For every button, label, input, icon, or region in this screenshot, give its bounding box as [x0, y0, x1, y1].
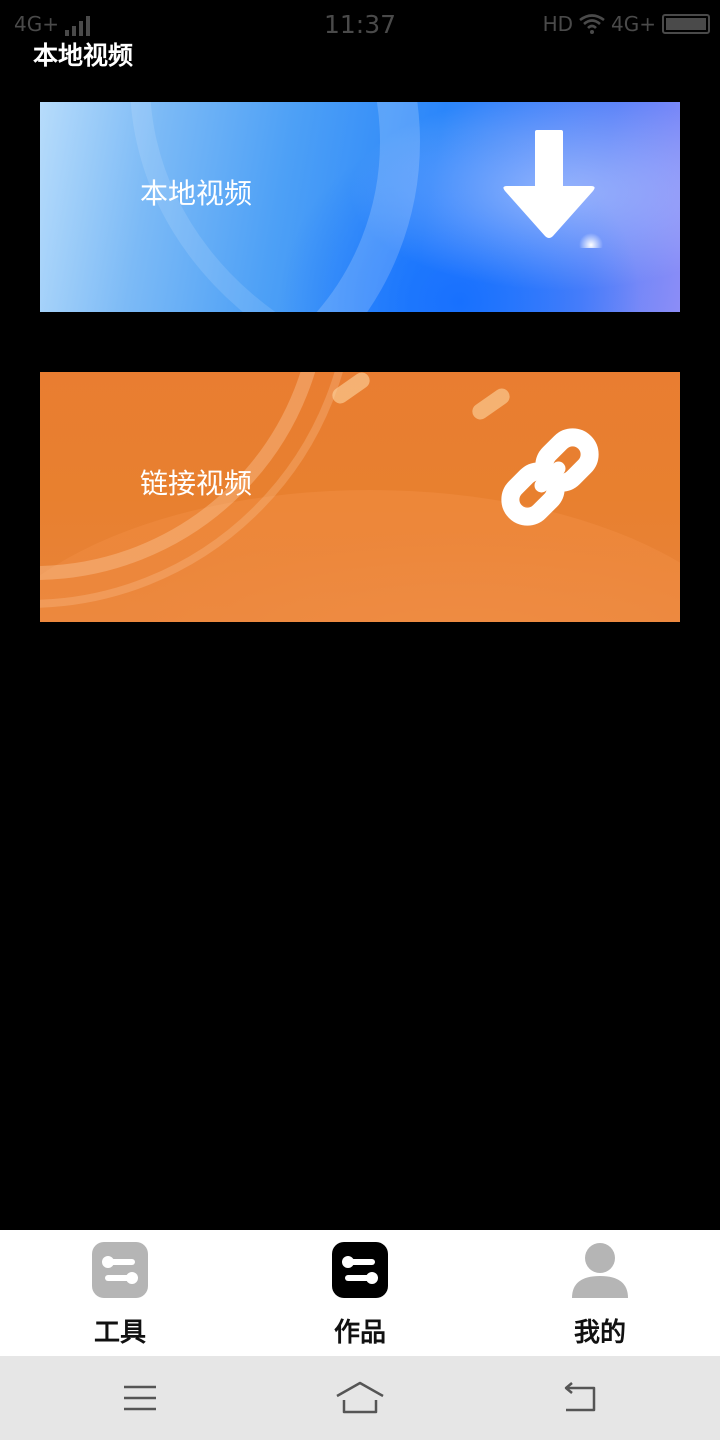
nav-label-profile: 我的	[573, 1318, 626, 1348]
nav-label-works: 作品	[333, 1318, 386, 1348]
nav-item-tools[interactable]: 工具	[0, 1230, 240, 1356]
local-video-card[interactable]: 本地视频	[40, 102, 680, 312]
link-video-card[interactable]: 链接视频	[40, 372, 680, 622]
nav-item-works[interactable]: 作品	[240, 1230, 480, 1356]
bottom-nav: 工具 作品 我的	[0, 1230, 720, 1356]
profile-icon	[572, 1243, 628, 1298]
home-icon[interactable]	[334, 1380, 386, 1416]
status-right: HD 4G+	[543, 12, 710, 36]
card-decoration	[469, 385, 513, 423]
hd-indicator: HD	[542, 12, 574, 36]
network-type-right: 4G+	[611, 12, 656, 36]
works-icon	[332, 1242, 388, 1298]
download-arrow-icon	[503, 130, 603, 248]
app-screen: 4G+ 11:37 HD 4G+ 本地视频 本地视频 链接视频 工具 作品 我的	[0, 0, 720, 1440]
system-nav-bar	[0, 1356, 720, 1440]
nav-item-profile[interactable]: 我的	[480, 1230, 720, 1356]
link-video-label: 链接视频	[140, 467, 253, 500]
link-icon	[501, 428, 599, 526]
tools-icon	[92, 1242, 148, 1298]
nav-label-tools: 工具	[93, 1318, 146, 1348]
battery-icon	[662, 14, 710, 34]
back-icon[interactable]	[558, 1380, 602, 1416]
page-title: 本地视频	[33, 41, 134, 70]
wifi-icon	[579, 14, 605, 34]
menu-icon[interactable]	[118, 1380, 162, 1416]
local-video-label: 本地视频	[140, 177, 253, 210]
